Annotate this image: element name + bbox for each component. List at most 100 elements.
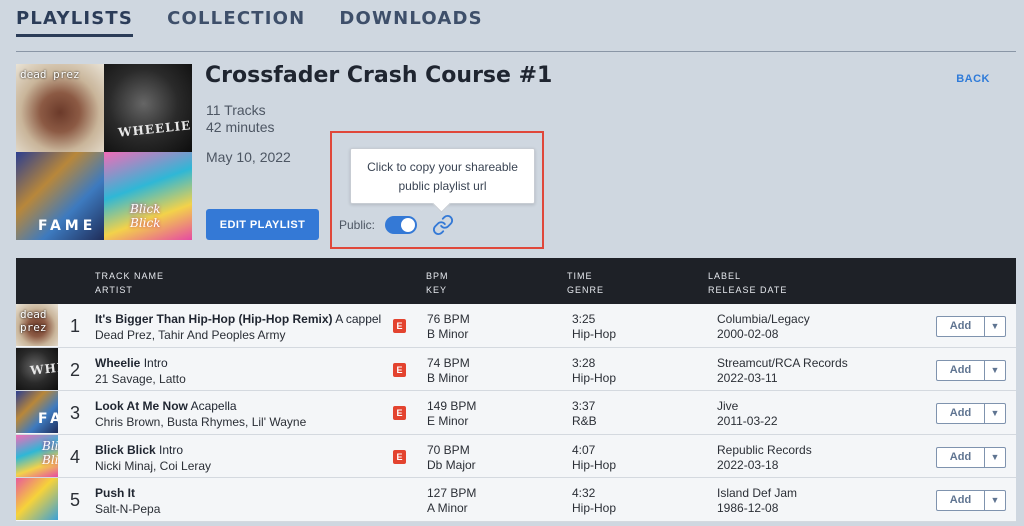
track-row[interactable]: 1 It's Bigger Than Hip-Hop (Hip-Hop Remi… (16, 304, 1016, 348)
track-label-date: Jive 2011-03-22 (717, 399, 778, 429)
track-time: 4:07 (572, 442, 596, 457)
track-title: Look At Me Now (95, 399, 188, 413)
track-row[interactable]: 4 Blick Blick Intro Nicki Minaj, Coi Ler… (16, 434, 1016, 478)
track-version: Intro (159, 442, 184, 457)
track-genre: R&B (572, 414, 597, 428)
track-time-genre: 3:28 Hip-Hop (572, 356, 616, 386)
chevron-down-icon[interactable]: ▼ (985, 317, 1005, 336)
playlist-duration: 42 minutes (206, 119, 275, 135)
album-cover-1 (16, 64, 104, 152)
add-label[interactable]: Add (937, 360, 985, 380)
track-thumbnail (16, 391, 58, 433)
track-number: 4 (70, 446, 81, 467)
track-artist: 21 Savage, Latto (95, 371, 186, 386)
track-title: Push It (95, 486, 136, 500)
explicit-badge: E (393, 406, 406, 420)
add-label[interactable]: Add (937, 447, 985, 467)
add-button[interactable]: Add ▼ (936, 316, 1006, 337)
explicit-badge: E (393, 362, 406, 377)
track-label-date: Republic Records 2022-03-18 (717, 443, 812, 473)
public-label: Public: (339, 218, 376, 232)
track-time: 3:37 (572, 399, 596, 413)
track-release-date: 2022-03-18 (717, 457, 779, 472)
track-time-genre: 3:37 R&B (572, 399, 597, 429)
share-tooltip: Click to copy your shareable public play… (350, 148, 535, 204)
track-row[interactable]: 3 Look At Me Now Acapella Chris Brown, B… (16, 391, 1016, 435)
add-button[interactable]: Add ▼ (936, 446, 1006, 468)
header-time: TIME (567, 271, 593, 281)
chevron-down-icon[interactable]: ▼ (985, 491, 1005, 510)
track-time: 3:28 (572, 355, 596, 370)
track-list: 1 It's Bigger Than Hip-Hop (Hip-Hop Remi… (16, 304, 1016, 522)
track-bpm-key: 127 BPM A Minor (427, 486, 476, 516)
track-bpm: 70 BPM (427, 442, 470, 457)
track-number: 5 (70, 490, 81, 510)
track-artist: Chris Brown, Busta Rhymes, Lil' Wayne (95, 415, 307, 429)
edit-playlist-button[interactable]: EDIT PLAYLIST (206, 209, 319, 240)
track-row[interactable]: 2 Wheelie Intro 21 Savage, Latto E 74 BP… (16, 347, 1016, 391)
track-thumbnail (16, 347, 58, 390)
add-button[interactable]: Add ▼ (936, 359, 1006, 381)
tab-collection[interactable]: COLLECTION (167, 8, 305, 37)
track-label-date: Columbia/Legacy 2000-02-08 (717, 312, 810, 342)
track-version: Intro (143, 355, 168, 370)
track-title-line: It's Bigger Than Hip-Hop (Hip-Hop Remix)… (95, 312, 382, 326)
playlist-cover-mosaic (16, 64, 192, 240)
track-title: Wheelie (95, 355, 141, 370)
chevron-down-icon[interactable]: ▼ (985, 361, 1005, 380)
track-title-line: Wheelie Intro (95, 356, 382, 370)
track-table-header: TRACK NAME ARTIST BPM KEY TIME GENRE LABEL R… (16, 258, 1016, 304)
track-bpm-key: 149 BPM E Minor (427, 399, 476, 429)
public-toggle[interactable] (385, 216, 417, 234)
track-release-date: 2011-03-22 (717, 414, 778, 428)
link-icon[interactable] (432, 214, 454, 236)
nav-divider (16, 51, 1016, 52)
track-bpm: 76 BPM (427, 312, 470, 326)
track-bpm: 149 BPM (427, 399, 477, 413)
track-title-line: Push It (95, 486, 382, 500)
track-time: 3:25 (572, 312, 596, 326)
track-release-date: 2022-03-11 (717, 370, 778, 385)
track-genre: Hip-Hop (572, 327, 617, 341)
track-bpm: 74 BPM (427, 355, 470, 370)
track-version: Acapella (190, 399, 237, 413)
track-artist: Nicki Minaj, Coi Leray (95, 458, 212, 473)
track-title-line: Blick Blick Intro (95, 443, 382, 457)
track-number: 2 (70, 359, 81, 380)
track-thumbnail (16, 434, 58, 477)
track-title-line: Look At Me Now Acapella (95, 399, 382, 413)
track-row[interactable]: 5 Push It Salt-N-Pepa 127 BPM A Minor 4:3… (16, 478, 1016, 522)
track-thumbnail (16, 304, 58, 346)
tooltip-line-1: Click to copy your shareable (367, 160, 518, 174)
track-label: Streamcut/RCA Records (717, 355, 848, 370)
tab-playlists[interactable]: PLAYLISTS (16, 8, 134, 37)
chevron-down-icon[interactable]: ▼ (985, 448, 1005, 467)
track-artist: Dead Prez, Tahir And Peoples Army (95, 328, 286, 342)
album-cover-3 (16, 152, 104, 240)
track-artist: Salt-N-Pepa (95, 502, 161, 516)
add-button[interactable]: Add ▼ (936, 403, 1006, 424)
track-label-date: Island Def Jam 1986-12-08 (717, 486, 797, 516)
track-bpm-key: 74 BPM B Minor (427, 356, 470, 386)
track-key: B Minor (427, 327, 469, 341)
add-label[interactable]: Add (937, 404, 985, 423)
track-label: Island Def Jam (717, 486, 798, 500)
add-button[interactable]: Add ▼ (936, 490, 1006, 511)
add-label[interactable]: Add (937, 317, 985, 336)
track-time-genre: 4:07 Hip-Hop (572, 443, 616, 473)
header-bpm: BPM (426, 271, 449, 281)
back-link[interactable]: BACK (956, 73, 990, 85)
track-release-date: 1986-12-08 (717, 501, 779, 515)
track-key: A Minor (427, 501, 468, 515)
track-genre: Hip-Hop (572, 501, 617, 515)
track-title: Blick Blick (95, 442, 156, 457)
track-label: Republic Records (717, 442, 812, 457)
tab-downloads[interactable]: DOWNLOADS (339, 8, 482, 37)
album-cover-2 (104, 64, 192, 152)
add-label[interactable]: Add (937, 491, 985, 510)
header-label: LABEL (708, 271, 742, 281)
track-release-date: 2000-02-08 (717, 327, 779, 341)
tooltip-line-2: public playlist url (398, 179, 487, 193)
track-label-date: Streamcut/RCA Records 2022-03-11 (717, 356, 848, 386)
chevron-down-icon[interactable]: ▼ (985, 404, 1005, 423)
